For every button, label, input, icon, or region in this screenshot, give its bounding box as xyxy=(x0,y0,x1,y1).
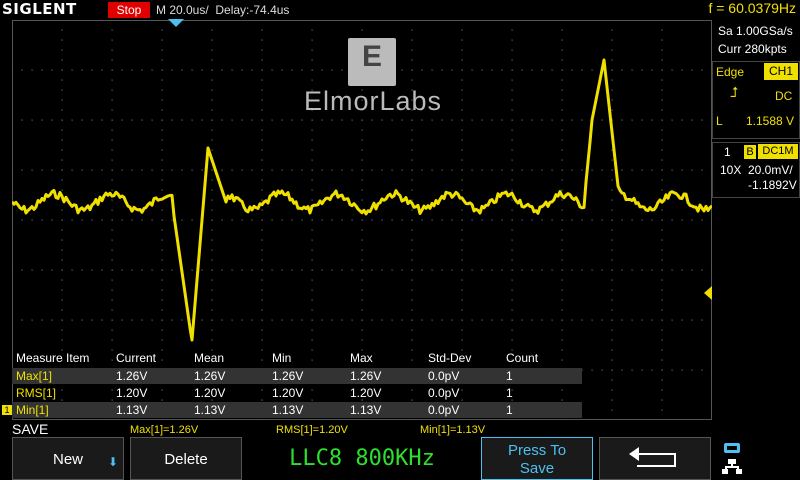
return-button[interactable] xyxy=(599,437,711,480)
trigger-source-badge: CH1 xyxy=(764,63,798,80)
arrow-down-icon: ⬇ xyxy=(108,455,119,469)
connection-status-icons xyxy=(722,443,742,474)
table-row[interactable]: Max[1] 1.26V 1.26V 1.26V 1.26V 0.0pV 1 xyxy=(12,368,582,384)
current-value: 1.20V xyxy=(116,386,148,400)
channel-coupling-badge: DC1M xyxy=(758,144,798,159)
filename-field[interactable]: LLC8 800KHz xyxy=(248,437,476,480)
brand-logo: SIGLENT xyxy=(2,0,77,18)
timebase-readout: M 20.0us/ Delay:-74.4us xyxy=(156,3,289,17)
table-header-row: Measure Item Current Mean Min Max Std-De… xyxy=(12,350,582,366)
trigger-type: Edge xyxy=(716,65,745,79)
run-stop-badge[interactable]: Stop xyxy=(108,2,150,18)
trigger-coupling: DC xyxy=(775,89,793,103)
watermark-text: ElmorLabs xyxy=(304,86,443,116)
min-value: 1.26V xyxy=(272,369,304,383)
measure-item: Min[1] xyxy=(16,403,49,417)
table-row[interactable]: RMS[1] 1.20V 1.20V 1.20V 1.20V 0.0pV 1 xyxy=(12,385,582,401)
column-header: Max xyxy=(350,351,373,365)
std-dev-value: 0.0pV xyxy=(428,369,460,383)
ch1-offset-marker[interactable]: 1 xyxy=(2,405,12,415)
delay-value: Delay:-74.4us xyxy=(215,3,290,17)
mean-value: 1.20V xyxy=(194,386,226,400)
current-value: 1.26V xyxy=(116,369,148,383)
memory-depth: Curr 280kpts xyxy=(718,42,787,56)
column-header: Mean xyxy=(194,351,225,365)
max-value: 1.13V xyxy=(350,403,382,417)
column-header: Min xyxy=(272,351,292,365)
vertical-offset: -1.1892V xyxy=(748,178,797,192)
trigger-level-value: 1.1588 V xyxy=(746,114,795,128)
watermark-logo-icon: E xyxy=(348,38,396,86)
count-value: 1 xyxy=(506,386,513,400)
std-dev-value: 0.0pV xyxy=(428,403,460,417)
bandwidth-limit-badge: B xyxy=(744,145,756,159)
count-value: 1 xyxy=(506,403,513,417)
sample-rate: Sa 1.00GSa/s xyxy=(718,24,793,38)
save-button-line2: Save xyxy=(519,460,555,477)
menu-title: SAVE xyxy=(12,421,49,437)
mean-value: 1.26V xyxy=(194,369,226,383)
max-value: 1.20V xyxy=(350,386,382,400)
save-button-line1: Press To xyxy=(507,442,567,459)
column-header: Count xyxy=(506,351,539,365)
channel-number: 1 xyxy=(724,145,731,159)
column-header: Std-Dev xyxy=(428,351,472,365)
trigger-position-marker[interactable] xyxy=(168,19,184,27)
trigger-level-marker[interactable] xyxy=(704,286,712,300)
summary-min: Min[1]=1.13V xyxy=(420,424,486,436)
timebase-value: M 20.0us/ xyxy=(156,3,209,17)
mean-value: 1.13V xyxy=(194,403,226,417)
frequency-counter: f = 60.0379Hz xyxy=(708,0,796,16)
count-value: 1 xyxy=(506,369,513,383)
measure-item: RMS[1] xyxy=(16,386,57,400)
max-value: 1.26V xyxy=(350,369,382,383)
vertical-scale: 20.0mV/ xyxy=(748,163,793,177)
summary-rms: RMS[1]=1.20V xyxy=(276,424,348,436)
trigger-level-label: L xyxy=(716,114,723,128)
delete-button-label: Delete xyxy=(164,451,208,468)
std-dev-value: 0.0pV xyxy=(428,386,460,400)
new-button-label: New xyxy=(52,451,83,468)
measure-item: Max[1] xyxy=(16,369,53,383)
current-value: 1.13V xyxy=(116,403,148,417)
return-arrow-icon xyxy=(629,447,676,467)
min-value: 1.20V xyxy=(272,386,304,400)
probe-attenuation: 10X xyxy=(720,163,742,177)
column-header: Measure Item xyxy=(16,351,90,365)
table-row[interactable]: Min[1] 1.13V 1.13V 1.13V 1.13V 0.0pV 1 xyxy=(12,402,582,418)
press-to-save-button[interactable]: Press To Save xyxy=(481,437,593,480)
column-header: Current xyxy=(116,351,157,365)
rising-edge-icon: ⮥ xyxy=(730,84,739,100)
delete-button[interactable]: Delete xyxy=(130,437,242,480)
watermark-logo-letter: E xyxy=(361,40,382,73)
summary-max: Max[1]=1.26V xyxy=(130,424,199,436)
min-value: 1.13V xyxy=(272,403,304,417)
